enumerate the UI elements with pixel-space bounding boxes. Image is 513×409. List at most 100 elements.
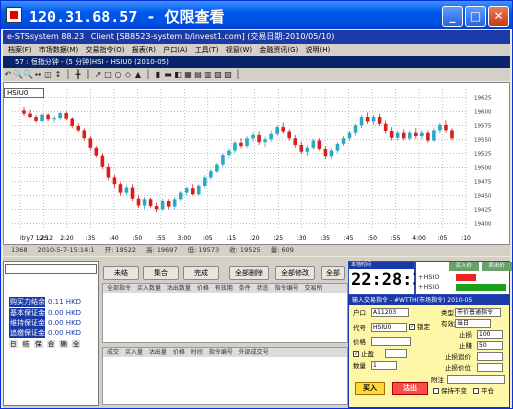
trailing-field[interactable] — [477, 352, 503, 361]
column-header[interactable]: 买入数量 — [137, 285, 161, 292]
column-header[interactable]: 状态 — [257, 285, 269, 292]
tab-settle[interactable]: 结 — [21, 340, 31, 348]
symbol-select[interactable]: HSIU0 — [4, 88, 44, 98]
tab-all[interactable]: 全 — [71, 340, 81, 348]
toolbar-icon[interactable]: ▮ — [153, 68, 163, 81]
window-titlebar[interactable]: 120.31.68.57 - 仅限查看 _ □ ✕ — [1, 1, 512, 29]
menu-report[interactable]: 报表(R) — [132, 46, 156, 54]
toolbar-icon[interactable]: ↔ — [33, 68, 43, 81]
quote-symbol[interactable]: +HSIO — [418, 283, 440, 292]
column-header[interactable]: 指令编号 — [275, 285, 299, 292]
toolbar-icon[interactable]: ╋ — [73, 68, 83, 81]
toolbar-icon[interactable]: ▨ — [223, 68, 233, 81]
quote-symbol[interactable]: +HSIO — [418, 273, 440, 282]
completed-button[interactable]: 完成 — [183, 266, 219, 280]
sell-button[interactable]: 沽出 — [392, 382, 428, 395]
menu-order[interactable]: 交易指令(O) — [85, 46, 124, 54]
menu-window[interactable]: 视窗(W) — [226, 46, 252, 54]
orders-table[interactable]: 全部指令 买入数量 沽出数量 价格 有效期 条件 状态 指令编号 交易所 — [102, 283, 348, 343]
menu-news[interactable]: 金融资讯(G) — [259, 46, 298, 54]
buy-button[interactable]: 买入 — [355, 382, 385, 395]
toolbar-icon[interactable]: ○ — [113, 68, 123, 81]
app-caption-bar: e-STSsystem 88.23 Client [SB8523-system … — [3, 30, 510, 44]
status-open: 开: 19522 — [104, 246, 137, 254]
toolbar-icon[interactable]: ▧ — [213, 68, 223, 81]
column-header[interactable]: 外部成交号 — [239, 349, 269, 356]
quantity-field[interactable]: 1 — [371, 361, 397, 370]
order-entry-title[interactable]: 输入交易指令 - #WTTH(市场指令) 2010-05 — [349, 296, 509, 305]
toolbar-icon[interactable]: ▲ — [133, 68, 143, 81]
toolbar-icon[interactable]: 🔍 — [13, 68, 23, 81]
maximize-button[interactable]: □ — [465, 6, 486, 27]
menu-file[interactable]: 档案(F) — [8, 46, 32, 54]
column-header[interactable]: 指令编号 — [209, 349, 233, 356]
candle-body — [251, 134, 255, 139]
toolbar-icon[interactable]: ↶ — [3, 68, 13, 81]
account-field[interactable]: A11203 — [371, 308, 409, 317]
cover-checkbox[interactable] — [473, 388, 479, 394]
open-orders-button[interactable]: 未结 — [103, 266, 139, 280]
column-header[interactable]: 交易所 — [305, 285, 323, 292]
column-header[interactable]: 价格 — [197, 285, 209, 292]
price-tick-label: 19525 — [474, 151, 492, 157]
column-header[interactable]: 沽出数量 — [167, 285, 191, 292]
conditional-checkbox[interactable]: ✓ — [353, 351, 359, 357]
symbol-field[interactable]: HSIU0 — [371, 323, 407, 332]
menu-market[interactable]: 市场数据(M) — [39, 46, 79, 54]
toolbar-icon[interactable]: ◇ — [123, 68, 133, 81]
conditional-field[interactable] — [385, 349, 407, 358]
candlestick-chart[interactable]: itry7 12:12:25 2:20:35:40:50:55 3:00:05:15… — [3, 82, 510, 245]
chart-window-title[interactable]: 57 : 恒指分钟 - (5 分钟)HSI - HSIU0 (2010-05) — [3, 56, 510, 68]
candle-body — [94, 147, 99, 156]
column-header[interactable]: 价格 — [173, 349, 185, 356]
toolbar-icon[interactable]: □ — [103, 68, 113, 81]
account-combo[interactable] — [5, 264, 97, 274]
order-type-select[interactable]: 市价普通指令 — [455, 308, 501, 317]
take-profit-field[interactable]: 50 — [477, 341, 503, 350]
take-profit-label: 止赚 — [459, 342, 472, 350]
menu-help[interactable]: 说明(H) — [306, 46, 331, 54]
toolbar-icon[interactable]: │ — [143, 68, 153, 81]
candle-body — [203, 177, 207, 186]
keep-checkbox[interactable] — [433, 388, 439, 394]
remark-field[interactable] — [447, 375, 505, 384]
price-field[interactable] — [371, 337, 411, 346]
lock-checkbox[interactable]: ✓ — [409, 324, 415, 330]
toolbar-icon[interactable]: │ — [83, 68, 93, 81]
toolbar-icon[interactable]: ▤ — [193, 68, 203, 81]
toolbar-icon[interactable]: ↗ — [93, 68, 103, 81]
column-header[interactable]: 沽出量 — [149, 349, 167, 356]
fills-table[interactable]: 成交 买入量 沽出量 价格 时间 指令编号 外部成交号 — [102, 347, 348, 405]
column-header[interactable]: 条件 — [239, 285, 251, 292]
delete-all-button[interactable]: 全部删除 — [229, 266, 269, 280]
column-header[interactable]: 买入量 — [125, 349, 143, 356]
column-header[interactable]: 有效期 — [215, 285, 233, 292]
toolbar-icon[interactable]: ◧ — [173, 68, 183, 81]
menu-account[interactable]: 户口(A) — [163, 46, 187, 54]
toolbar-icon[interactable]: 🔍 — [23, 68, 33, 81]
tab-margin[interactable]: 保 — [34, 340, 43, 348]
column-header[interactable]: 成交 — [107, 349, 119, 356]
menu-tools[interactable]: 工具(T) — [195, 46, 219, 54]
tab-contract[interactable]: 合 — [46, 340, 56, 348]
toolbar-icon[interactable]: ▥ — [203, 68, 213, 81]
modify-all-button[interactable]: 全部修改 — [275, 266, 315, 280]
toolbar-icon[interactable]: │ — [63, 68, 73, 81]
toolbar-icon[interactable]: │ — [233, 68, 243, 81]
toolbar-icon[interactable]: ▬ — [163, 68, 173, 81]
all-button[interactable]: 全部 — [321, 266, 345, 280]
minimize-button[interactable]: _ — [442, 6, 463, 27]
stop-loss-field[interactable]: 100 — [477, 330, 503, 339]
validity-select[interactable]: 当日 — [455, 319, 491, 328]
toolbar-icon[interactable]: ▦ — [183, 68, 193, 81]
column-header[interactable]: 全部指令 — [107, 285, 131, 292]
column-header[interactable]: 时间 — [191, 349, 203, 356]
tab-day[interactable]: 日 — [9, 340, 18, 348]
toolbar-icon[interactable]: ↕ — [53, 68, 63, 81]
pending-button[interactable]: 集合 — [143, 266, 179, 280]
stop-level-field[interactable] — [477, 363, 503, 372]
candle-body — [106, 166, 111, 178]
toolbar-icon[interactable]: ◫ — [43, 68, 53, 81]
close-button[interactable]: ✕ — [488, 6, 509, 27]
tab-confirm[interactable]: 确 — [59, 340, 68, 348]
